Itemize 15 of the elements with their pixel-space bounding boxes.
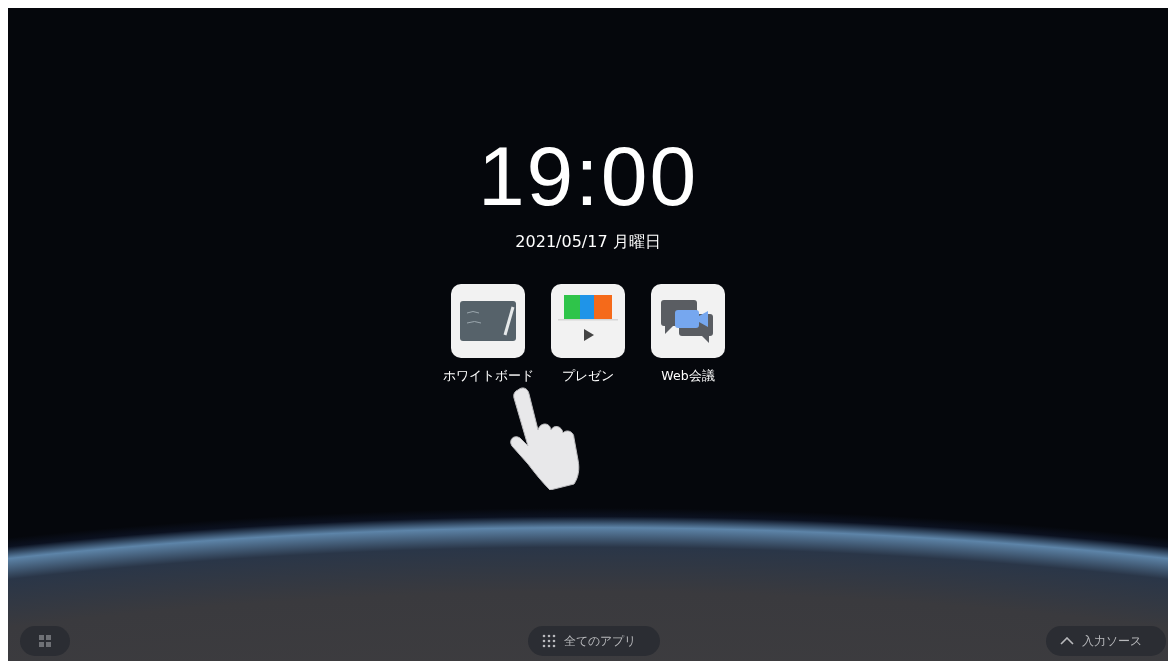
chalkboard-icon [459, 299, 517, 343]
input-source-button[interactable]: 入力ソース [1046, 626, 1166, 656]
all-apps-button[interactable]: 全てのアプリ [528, 626, 660, 656]
clock-time: 19:00 [477, 134, 699, 218]
app-grid-icon [542, 634, 556, 648]
app-label: プレゼン [562, 367, 614, 385]
app-label: Web会議 [661, 367, 715, 385]
app-label: ホワイトボード [442, 367, 534, 385]
windows-button[interactable] [20, 626, 70, 656]
date-text: 2021/05/17 月曜日 [515, 231, 661, 253]
app-icon-button[interactable] [651, 284, 725, 358]
app-icon-button[interactable] [551, 284, 625, 358]
app-icon-button[interactable] [451, 284, 525, 358]
caret-up-icon [1060, 637, 1074, 645]
window-grid-icon [39, 635, 51, 647]
